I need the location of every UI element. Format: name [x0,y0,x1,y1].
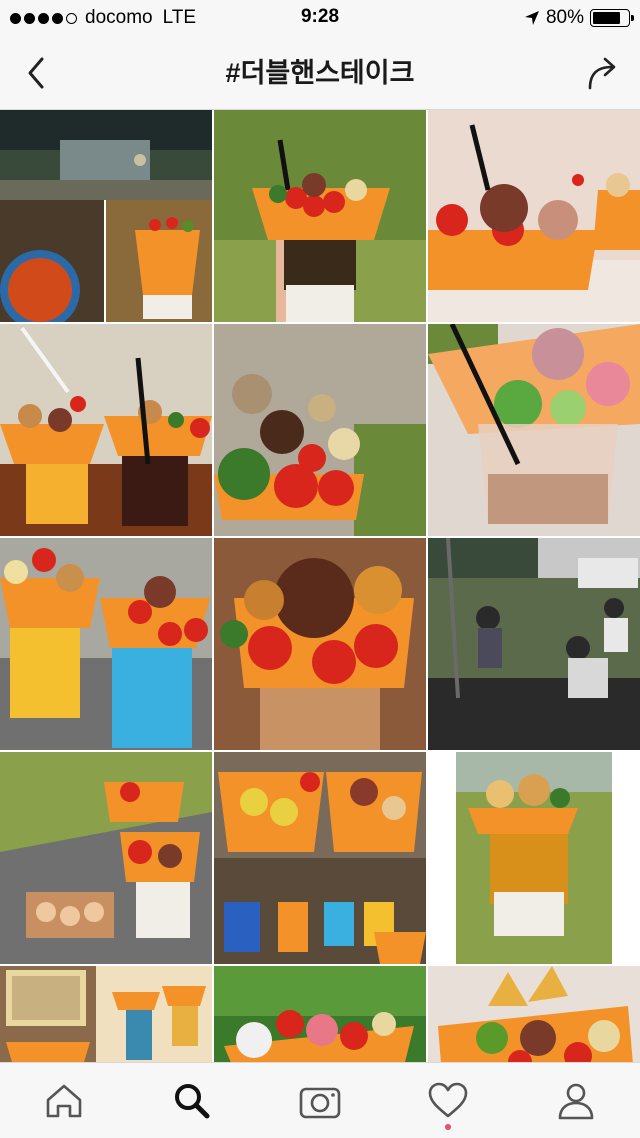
heart-icon [428,1082,468,1117]
post-image [428,966,640,1062]
post-image [0,538,212,750]
status-right: 80% [524,6,634,30]
battery-level [593,12,621,24]
post-image [0,110,212,322]
post-thumbnail[interactable] [0,324,212,536]
post-image [428,324,640,536]
post-thumbnail[interactable] [0,752,212,964]
tab-bar [0,1062,640,1138]
post-thumbnail[interactable] [428,324,640,536]
share-button[interactable] [582,51,626,95]
tab-camera[interactable] [256,1063,384,1138]
post-thumbnail[interactable] [214,752,426,964]
search-icon [175,1083,210,1118]
hashtag-title: #더블핸스테이크 [225,58,415,88]
post-thumbnail[interactable] [214,324,426,536]
post-image [428,752,640,964]
tab-activity[interactable] [384,1063,512,1138]
share-arrow-icon [588,57,616,90]
post-thumbnail[interactable] [428,538,640,750]
post-thumbnail[interactable] [0,966,212,1062]
post-image [214,110,426,322]
tab-search[interactable] [128,1063,256,1138]
navigation-bar: #더블핸스테이크 [0,36,640,110]
post-image [214,966,426,1062]
post-thumbnail[interactable] [0,110,212,322]
post-image [428,110,640,322]
camera-icon [299,1087,341,1118]
post-image [0,752,212,964]
post-thumbnail[interactable] [214,110,426,322]
post-image [214,324,426,536]
home-icon [46,1084,82,1117]
post-thumbnail[interactable] [214,966,426,1062]
notification-dot [445,1124,451,1130]
post-image [0,966,212,1062]
location-arrow-icon [524,11,539,25]
chevron-left-icon [28,57,44,89]
tab-home[interactable] [0,1063,128,1138]
post-thumbnail[interactable] [428,110,640,322]
post-image [214,538,426,750]
status-bar: docomo LTE 9:28 80% [0,0,640,36]
photo-grid [0,110,640,1062]
post-image [214,752,426,964]
back-button[interactable] [14,51,58,95]
tab-profile[interactable] [512,1063,640,1138]
post-thumbnail[interactable] [214,538,426,750]
post-image [428,538,640,750]
post-thumbnail[interactable] [428,752,640,964]
post-thumbnail[interactable] [0,538,212,750]
post-image [0,324,212,536]
battery-percent: 80% [545,7,584,28]
person-icon [558,1083,594,1119]
post-thumbnail[interactable] [428,966,640,1062]
battery-icon [590,9,634,27]
